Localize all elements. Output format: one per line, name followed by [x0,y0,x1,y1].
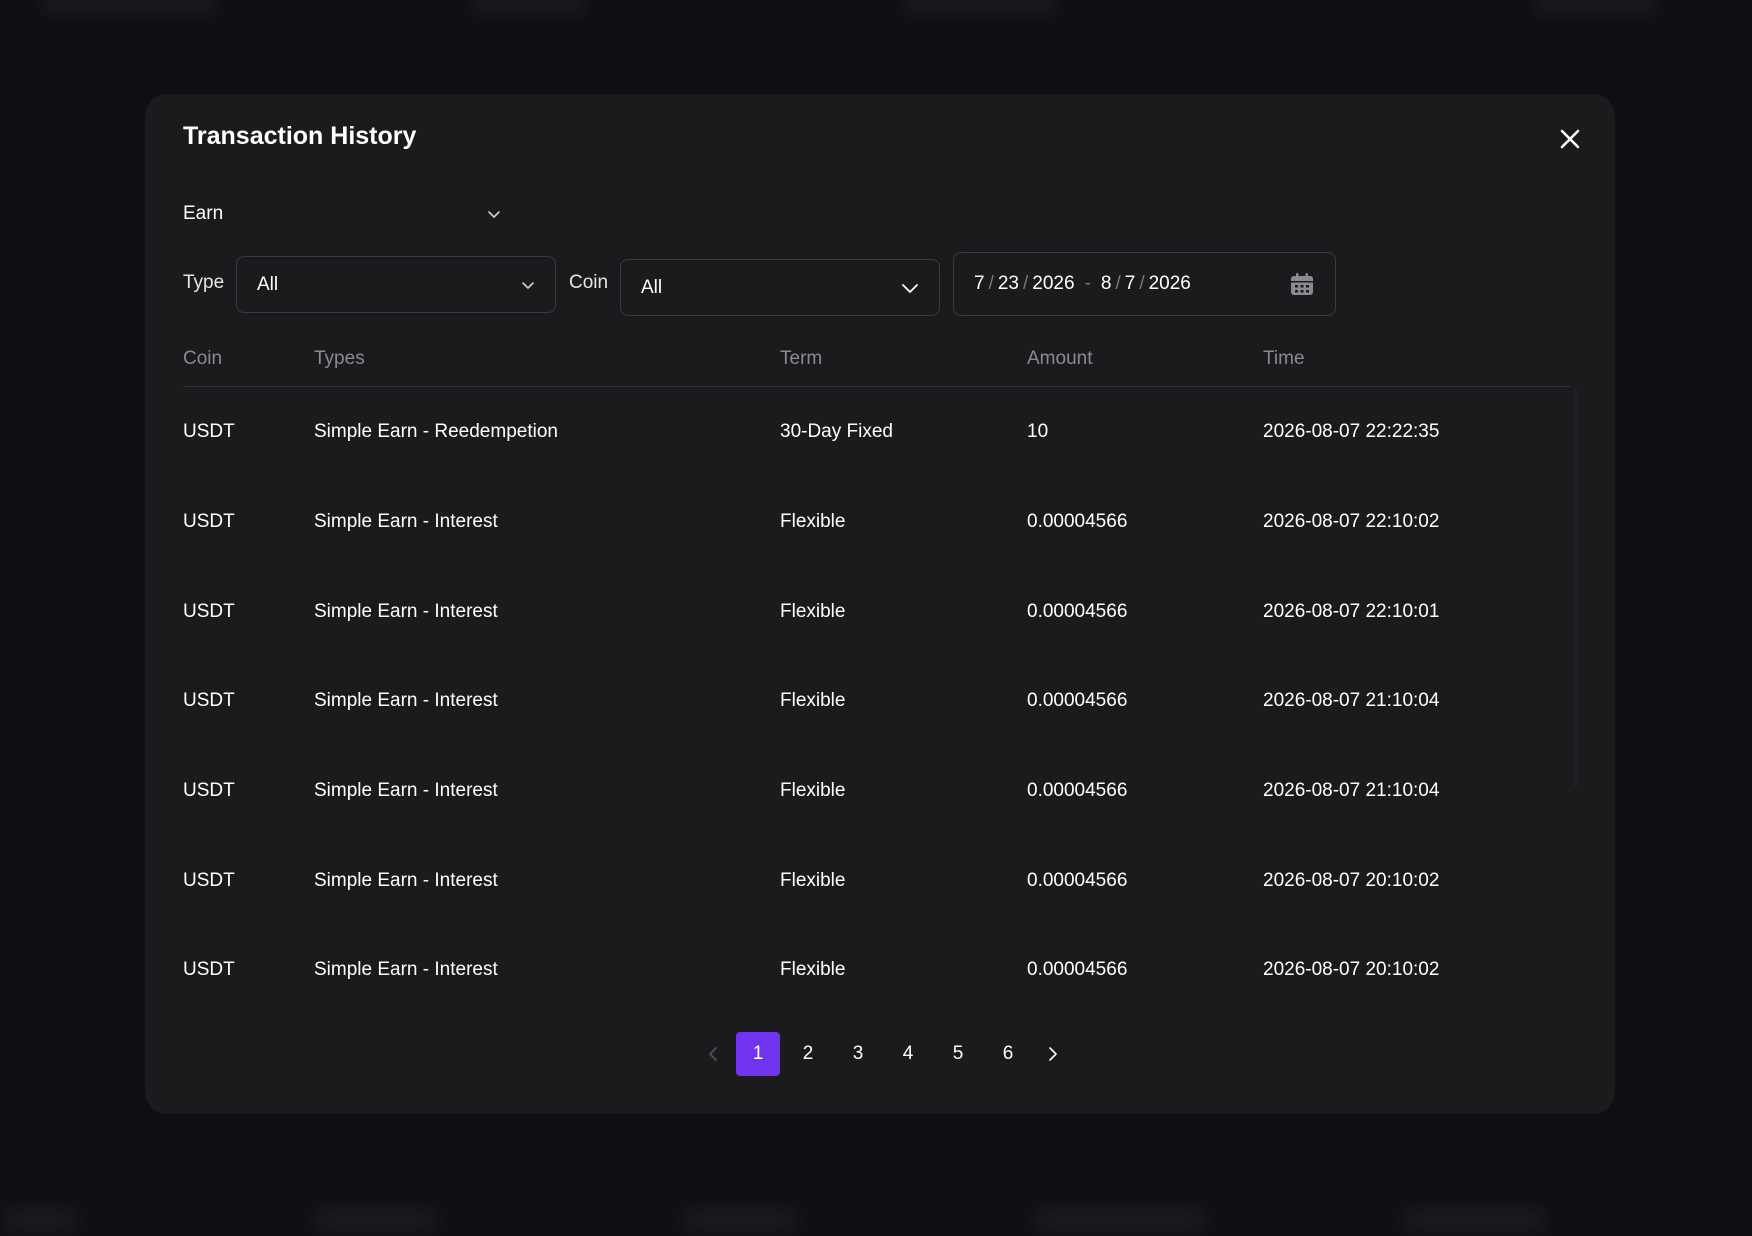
cell-coin: USDT [183,511,235,532]
close-icon [1560,129,1580,149]
cell-term: Flexible [780,780,846,801]
chevron-down-icon [488,211,500,218]
date-separator: / [988,273,994,294]
table-row: USDT Simple Earn - Interest Flexible 0.0… [183,567,1571,657]
cell-time: 2026-08-07 22:22:35 [1263,421,1440,442]
chevron-left-icon [709,1047,717,1061]
column-header-types: Types [314,348,365,369]
cell-amount: 10 [1027,421,1049,442]
background-blur [470,0,590,16]
page-button-5[interactable]: 5 [936,1032,980,1076]
page-button-6[interactable]: 6 [986,1032,1030,1076]
cell-type: Simple Earn - Reedempetion [314,421,558,442]
background-blur [900,0,1060,16]
background-blur [1030,1206,1210,1234]
background-blur [1400,1206,1550,1234]
cell-coin: USDT [183,780,235,801]
type-filter-label: Type [183,272,225,293]
page-button-3[interactable]: 3 [836,1032,880,1076]
cell-term: Flexible [780,959,846,980]
transaction-history-modal: Transaction History Earn Type All Coin A… [145,94,1615,1114]
cell-coin: USDT [183,690,235,711]
cell-coin: USDT [183,421,235,442]
cell-amount: 0.00004566 [1027,601,1128,622]
cell-coin: USDT [183,959,235,980]
cell-type: Simple Earn - Interest [314,959,498,980]
date-separator: / [1115,273,1121,294]
page-button-1[interactable]: 1 [736,1032,780,1076]
end-day[interactable]: 7 [1125,273,1136,295]
start-day[interactable]: 23 [998,273,1019,295]
category-dropdown[interactable]: Earn [183,198,501,230]
next-page-button[interactable] [1033,1032,1073,1076]
column-header-amount: Amount [1027,348,1093,369]
cell-amount: 0.00004566 [1027,780,1128,801]
modal-title: Transaction History [183,122,417,150]
background-blur [0,1206,80,1234]
cell-type: Simple Earn - Interest [314,601,498,622]
table-row: USDT Simple Earn - Interest Flexible 0.0… [183,925,1571,980]
end-year[interactable]: 2026 [1149,273,1191,295]
type-select-value: All [257,273,279,295]
table-row: USDT Simple Earn - Interest Flexible 0.0… [183,836,1571,926]
chevron-down-icon [902,283,918,293]
cell-time: 2026-08-07 20:10:02 [1263,870,1440,891]
cell-term: Flexible [780,690,846,711]
coin-select[interactable]: All [620,259,940,316]
cell-time: 2026-08-07 20:10:02 [1263,959,1440,980]
background-blur [1530,0,1660,16]
type-select[interactable]: All [236,256,556,313]
cell-time: 2026-08-07 22:10:02 [1263,511,1440,532]
coin-select-value: All [641,276,663,298]
date-range-dash: - [1084,273,1091,294]
transaction-list[interactable]: USDT Simple Earn - Reedempetion 30-Day F… [183,387,1571,980]
start-year[interactable]: 2026 [1032,273,1074,295]
table-scrollbar[interactable] [1573,387,1577,787]
chevron-down-icon [522,281,534,289]
cell-term: Flexible [780,601,846,622]
cell-type: Simple Earn - Interest [314,780,498,801]
column-header-coin: Coin [183,348,223,369]
cell-time: 2026-08-07 21:10:04 [1263,780,1440,801]
date-separator: / [1023,273,1029,294]
cell-type: Simple Earn - Interest [314,511,498,532]
cell-time: 2026-08-07 21:10:04 [1263,690,1440,711]
table-row: USDT Simple Earn - Interest Flexible 0.0… [183,746,1571,836]
table-row: USDT Simple Earn - Reedempetion 30-Day F… [183,387,1571,477]
cell-term: 30-Day Fixed [780,421,893,442]
category-value: Earn [183,203,224,224]
cell-amount: 0.00004566 [1027,511,1128,532]
cell-amount: 0.00004566 [1027,959,1128,980]
background-blur [310,1206,440,1234]
background-blur [680,1206,800,1234]
coin-filter-label: Coin [569,272,609,293]
date-range-picker[interactable]: 7 / 23 / 2026 - 8 / 7 / 2026 [953,252,1336,316]
cell-type: Simple Earn - Interest [314,690,498,711]
background-blur [40,0,220,16]
column-header-time: Time [1263,348,1305,369]
date-separator: / [1139,273,1145,294]
calendar-button[interactable] [1289,271,1315,297]
close-button[interactable] [1553,122,1587,156]
cell-term: Flexible [780,870,846,891]
start-month[interactable]: 7 [974,273,985,295]
table-row: USDT Simple Earn - Interest Flexible 0.0… [183,477,1571,567]
page-button-2[interactable]: 2 [786,1032,830,1076]
cell-amount: 0.00004566 [1027,690,1128,711]
page-button-4[interactable]: 4 [886,1032,930,1076]
cell-type: Simple Earn - Interest [314,870,498,891]
cell-amount: 0.00004566 [1027,870,1128,891]
calendar-icon [1291,273,1313,295]
pagination: 1 2 3 4 5 6 [693,1032,1073,1076]
cell-coin: USDT [183,601,235,622]
cell-coin: USDT [183,870,235,891]
table-row: USDT Simple Earn - Interest Flexible 0.0… [183,656,1571,746]
cell-term: Flexible [780,511,846,532]
chevron-right-icon [1049,1047,1057,1061]
end-month[interactable]: 8 [1101,273,1112,295]
column-header-term: Term [780,348,823,369]
table-header: Coin Types Term Amount Time [183,344,1571,387]
previous-page-button[interactable] [693,1032,733,1076]
cell-time: 2026-08-07 22:10:01 [1263,601,1440,622]
